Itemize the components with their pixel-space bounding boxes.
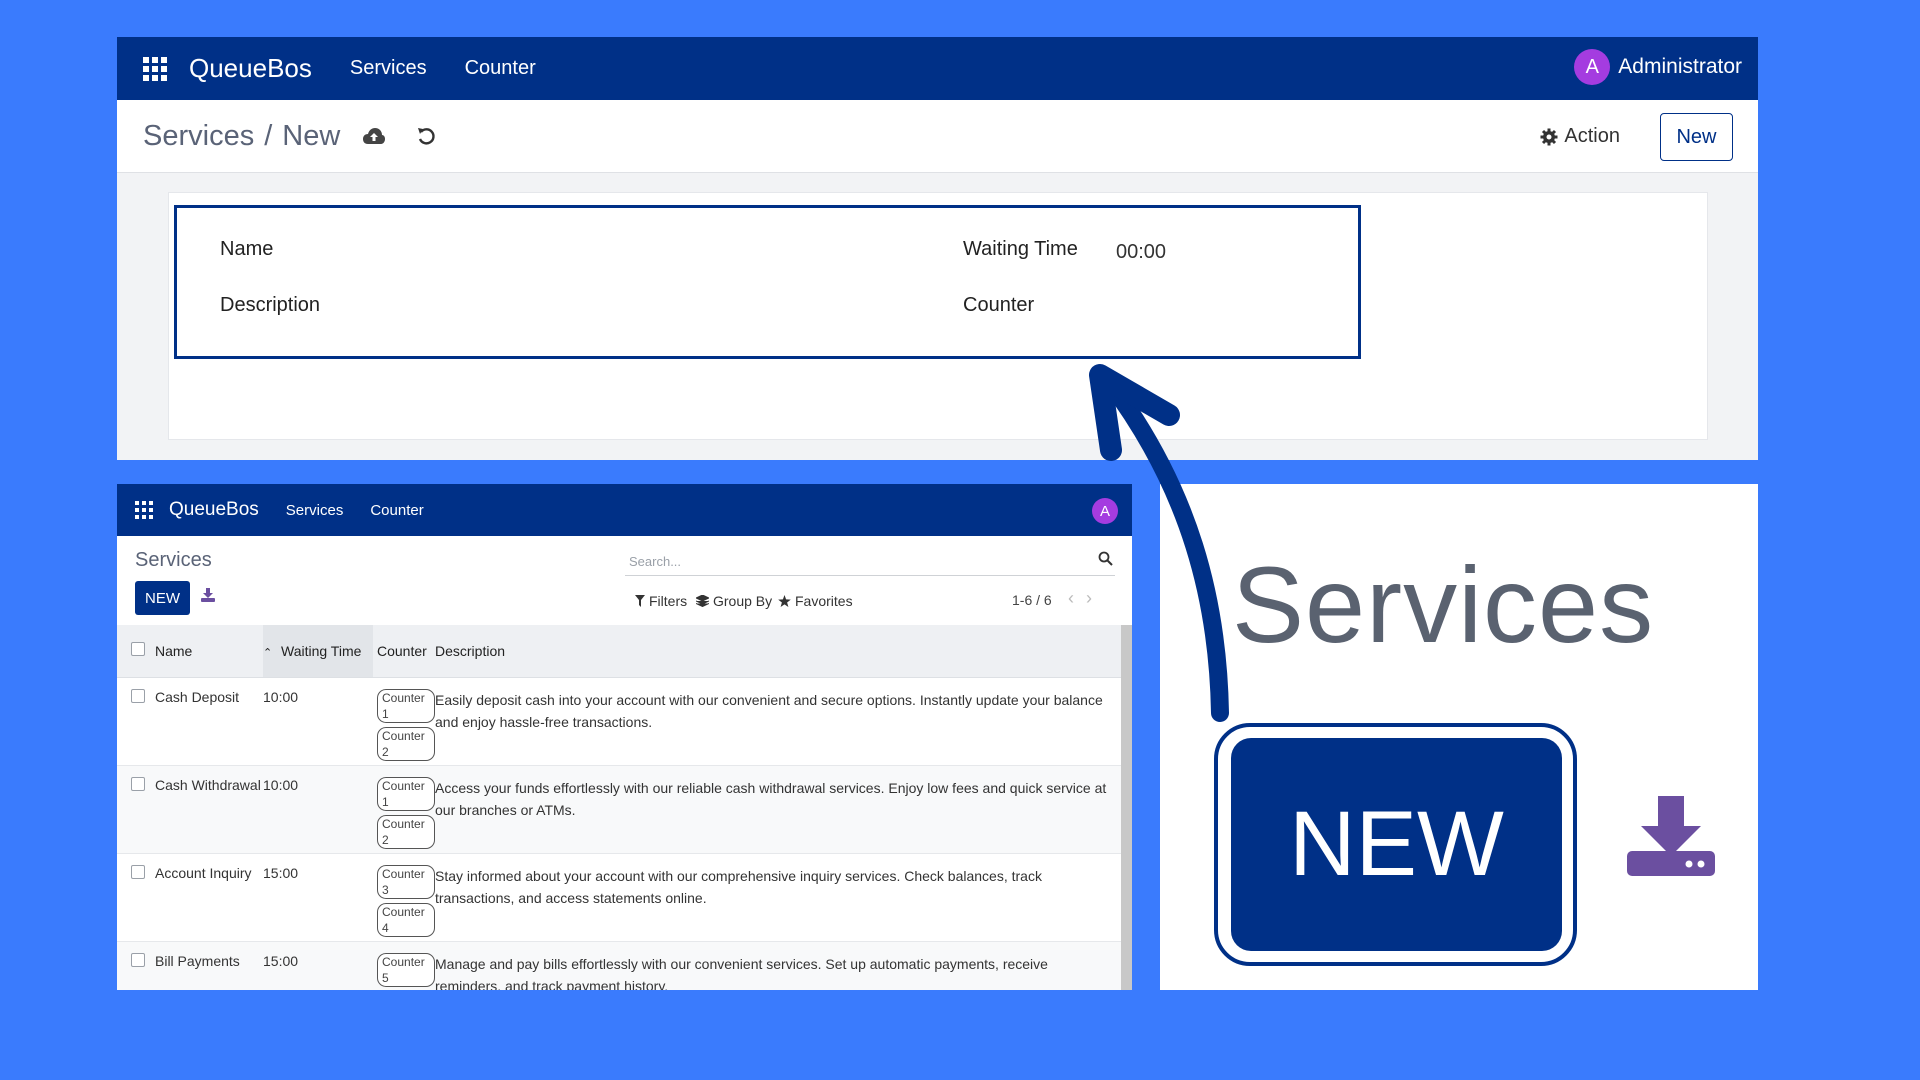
curved-arrow-icon	[1089, 364, 1229, 722]
